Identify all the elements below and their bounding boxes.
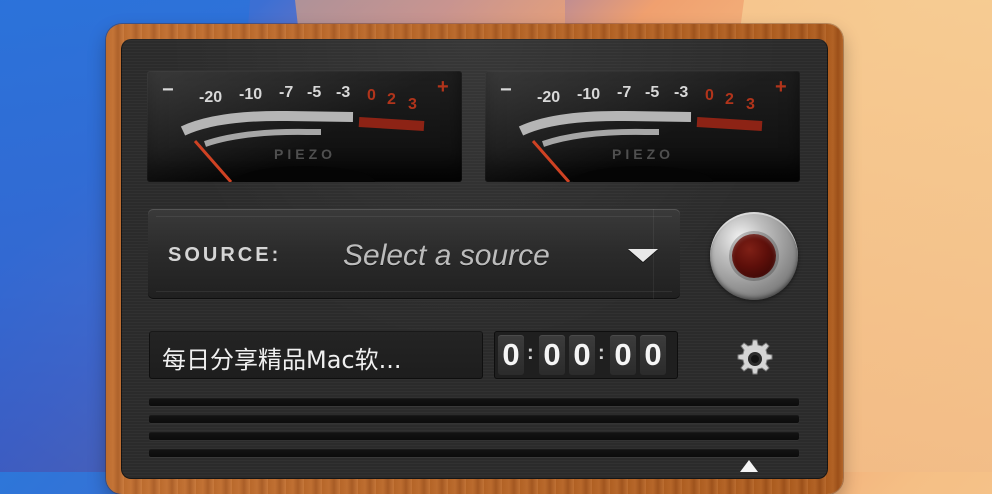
right-meter-label-2: 2 <box>725 91 734 108</box>
right-meter-plus-label: + <box>775 76 787 98</box>
settings-button[interactable] <box>734 338 776 380</box>
left-meter-label-minus7: -7 <box>279 84 293 101</box>
source-label: SOURCE: <box>168 244 282 266</box>
left-meter-label-2: 2 <box>387 91 396 108</box>
timer-digit-2: 0 <box>539 335 565 375</box>
piezo-window: − -20 -10 -7 -5 -3 0 2 3 + PIEZO − -20 -… <box>106 24 843 494</box>
timer-digit-4: 0 <box>610 335 636 375</box>
right-meter-scale-arc-inner <box>542 128 659 147</box>
record-button[interactable] <box>710 212 798 300</box>
record-icon <box>732 234 776 278</box>
source-selector-divider <box>653 209 654 299</box>
right-meter-red-scale <box>696 117 763 131</box>
left-meter-red-scale <box>358 117 425 131</box>
left-meter-scale-arc-main <box>180 110 354 136</box>
left-meter-base-shadow <box>235 166 375 182</box>
left-meter-scale-arc-inner <box>204 128 321 147</box>
grille-line-4 <box>149 449 799 457</box>
right-meter-label-minus3: -3 <box>674 84 688 101</box>
right-meter-label-3: 3 <box>746 96 755 113</box>
left-meter-needle <box>193 140 233 182</box>
right-meter-label-minus7: -7 <box>617 84 631 101</box>
grille-line-1 <box>149 398 799 406</box>
timer-digit-3: 0 <box>569 335 595 375</box>
recording-timer: 0 : 0 0 : 0 0 <box>494 331 678 379</box>
left-vu-meter-graphic: − -20 -10 -7 -5 -3 0 2 3 + PIEZO <box>162 76 449 182</box>
right-meter-brand: PIEZO <box>612 146 674 162</box>
grille-line-2 <box>149 415 799 423</box>
left-meter-label-3: 3 <box>408 96 417 113</box>
right-meter-label-minus10: -10 <box>577 86 600 103</box>
timer-separator-2: : <box>598 342 605 364</box>
right-meter-base-shadow <box>573 166 713 182</box>
left-meter-minus-label: − <box>162 79 174 101</box>
right-vu-meter: − -20 -10 -7 -5 -3 0 2 3 + PIEZO <box>485 71 800 182</box>
grille-line-3 <box>149 432 799 440</box>
recording-title-field[interactable]: 每日分享精品Mac软... <box>149 331 483 379</box>
right-meter-minus-label: − <box>500 79 512 101</box>
right-meter-scale-arc-main <box>518 110 692 136</box>
right-meter-needle <box>531 140 571 182</box>
right-meter-label-minus5: -5 <box>645 84 659 101</box>
left-meter-brand: PIEZO <box>274 146 336 162</box>
arrow-up-icon <box>740 460 758 472</box>
left-meter-label-minus3: -3 <box>336 84 350 101</box>
timer-separator-1: : <box>527 342 534 364</box>
left-meter-label-minus20: -20 <box>199 89 222 106</box>
left-meter-label-0: 0 <box>367 87 376 104</box>
source-selected-value: Select a source <box>343 239 550 272</box>
source-selector[interactable]: SOURCE: Select a source <box>148 209 680 299</box>
recording-title-text: 每日分享精品Mac软... <box>162 346 402 374</box>
left-meter-label-minus5: -5 <box>307 84 321 101</box>
left-meter-label-minus10: -10 <box>239 86 262 103</box>
timer-digit-1: 0 <box>498 335 524 375</box>
speaker-grille <box>149 398 799 463</box>
left-meter-plus-label: + <box>437 76 449 98</box>
right-meter-label-0: 0 <box>705 87 714 104</box>
right-vu-meter-graphic: − -20 -10 -7 -5 -3 0 2 3 + PIEZO <box>500 76 787 182</box>
left-vu-meter: − -20 -10 -7 -5 -3 0 2 3 + PIEZO <box>147 71 462 182</box>
timer-digit-5: 0 <box>640 335 666 375</box>
right-meter-label-minus20: -20 <box>537 89 560 106</box>
gear-icon <box>737 339 773 375</box>
control-panel: − -20 -10 -7 -5 -3 0 2 3 + PIEZO − -20 -… <box>121 39 828 479</box>
